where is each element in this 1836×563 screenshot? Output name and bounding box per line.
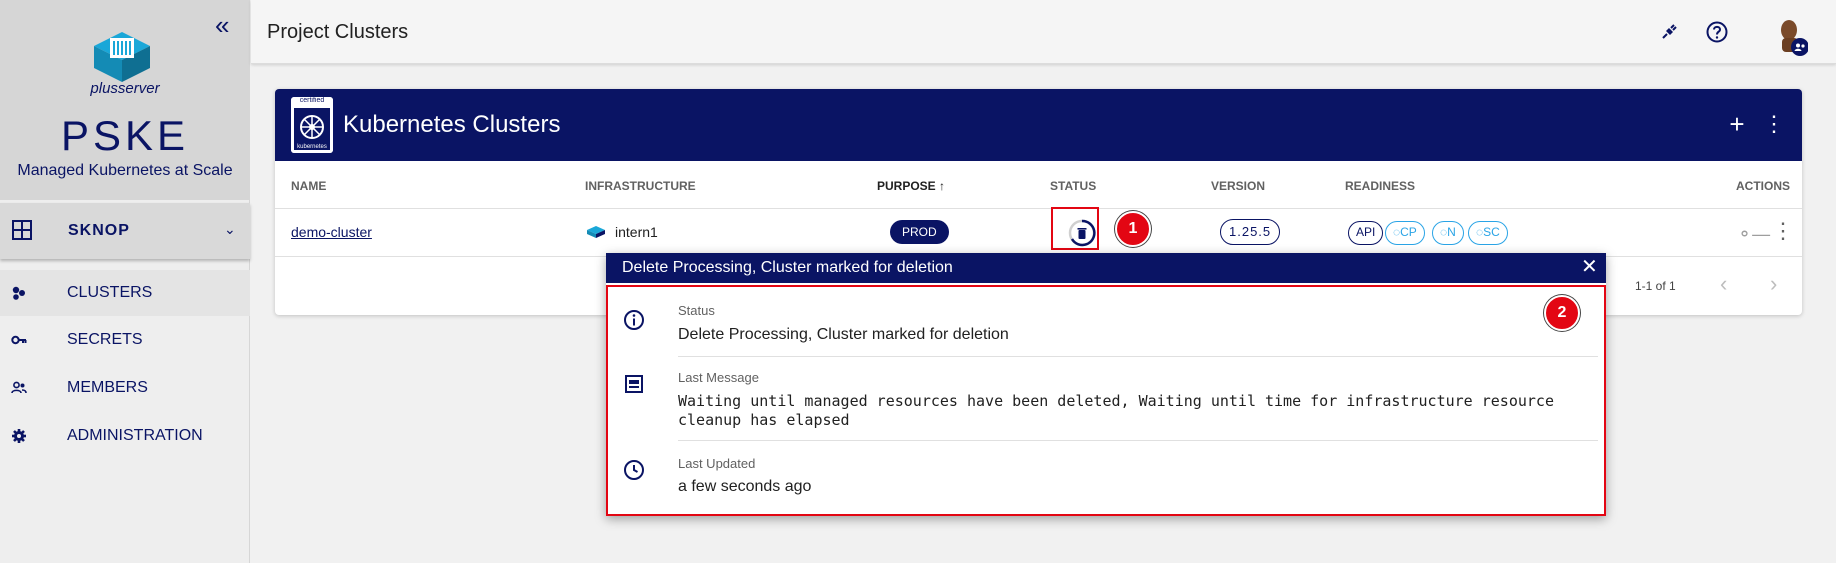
readiness-sc-label: SC xyxy=(1483,225,1500,239)
help-icon[interactable] xyxy=(1705,20,1729,44)
version-chip: 1.25.5 xyxy=(1220,219,1281,245)
pagination-info: 1-1 of 1 xyxy=(1635,279,1676,293)
column-header-purpose[interactable]: PURPOSE ↑ xyxy=(877,179,945,193)
sidebar-item-secrets[interactable]: SECRETS xyxy=(0,317,250,363)
infrastructure-value: intern1 xyxy=(615,224,658,240)
sidebar-item-label: CLUSTERS xyxy=(67,284,153,301)
column-header-readiness[interactable]: READINESS xyxy=(1345,179,1415,193)
members-icon xyxy=(11,381,27,394)
annotation-box-2 xyxy=(606,285,1606,516)
sidebar-item-administration[interactable]: ADMINISTRATION xyxy=(0,413,250,459)
plusserver-logo xyxy=(94,32,150,82)
next-page-icon[interactable]: › xyxy=(1770,273,1777,295)
previous-page-icon[interactable]: ‹ xyxy=(1720,273,1727,295)
chevron-down-icon: ⌄ xyxy=(224,221,236,237)
grid-icon xyxy=(12,220,32,240)
popup-header: Delete Processing, Cluster marked for de… xyxy=(606,253,1606,283)
sort-arrow-up-icon: ↑ xyxy=(939,179,946,193)
more-options-icon[interactable]: ⋮ xyxy=(1762,112,1786,136)
clusters-icon xyxy=(12,286,25,300)
card-title: Kubernetes Clusters xyxy=(343,111,561,138)
column-header-status[interactable]: STATUS xyxy=(1050,179,1096,193)
sidebar-item-members[interactable]: MEMBERS xyxy=(0,365,250,411)
column-header-purpose-label: PURPOSE xyxy=(877,179,936,193)
readiness-n-label: N xyxy=(1447,225,1456,239)
readiness-n-chip: ◌N xyxy=(1432,221,1464,245)
readiness-cp-label: CP xyxy=(1400,225,1417,239)
purpose-chip: PROD xyxy=(890,220,949,244)
gear-icon xyxy=(12,429,26,443)
top-bar: Project Clusters xyxy=(251,0,1836,64)
badge-bottom-text: kubernetes xyxy=(297,144,327,150)
kubeconfig-key-icon[interactable]: ⚬— xyxy=(1737,224,1770,245)
plug-icon[interactable] xyxy=(1657,20,1681,44)
project-name: SKNOP xyxy=(68,222,130,239)
collapse-sidebar-icon[interactable]: « xyxy=(215,12,229,38)
row-more-options-icon[interactable]: ⋮ xyxy=(1772,220,1794,242)
infrastructure-icon xyxy=(587,226,605,238)
popup-title: Delete Processing, Cluster marked for de… xyxy=(622,259,953,276)
page-title: Project Clusters xyxy=(267,21,409,43)
annotation-badge-1: 1 xyxy=(1115,211,1151,247)
column-header-actions: ACTIONS xyxy=(1736,179,1790,193)
annotation-box-1 xyxy=(1051,207,1099,250)
column-header-infrastructure[interactable]: INFRASTRUCTURE xyxy=(585,179,696,193)
brand-subtitle: Managed Kubernetes at Scale xyxy=(17,162,233,179)
readiness-sc-chip: ◌SC xyxy=(1468,221,1508,245)
sidebar: « plusserver PSKE Managed Kubernetes at … xyxy=(0,0,250,563)
project-selector[interactable]: SKNOP ⌄ xyxy=(0,203,250,259)
brand-panel: « plusserver PSKE Managed Kubernetes at … xyxy=(0,0,250,200)
brand-title: PSKE xyxy=(60,112,190,159)
readiness-cp-chip: ◌CP xyxy=(1385,221,1425,245)
card-header: certified kubernetes Kubernetes Clusters… xyxy=(275,89,1802,161)
sidebar-item-clusters[interactable]: CLUSTERS xyxy=(0,270,250,316)
sidebar-item-label: SECRETS xyxy=(67,331,143,348)
brand-logo-text: plusserver xyxy=(90,80,160,97)
cluster-name-link[interactable]: demo-cluster xyxy=(291,224,372,240)
close-icon[interactable]: ✕ xyxy=(1581,256,1598,278)
column-header-version[interactable]: VERSION xyxy=(1211,179,1265,193)
annotation-badge-2: 2 xyxy=(1544,295,1580,331)
user-avatar[interactable] xyxy=(1776,16,1808,58)
badge-top-text: certified xyxy=(299,97,325,104)
sidebar-item-label: ADMINISTRATION xyxy=(67,427,203,444)
column-header-name[interactable]: NAME xyxy=(291,179,326,193)
sidebar-item-label: MEMBERS xyxy=(67,379,148,396)
key-icon xyxy=(11,335,27,345)
readiness-api-chip: API xyxy=(1348,221,1384,245)
header-divider xyxy=(275,208,1802,209)
add-cluster-button[interactable]: + xyxy=(1725,111,1749,137)
